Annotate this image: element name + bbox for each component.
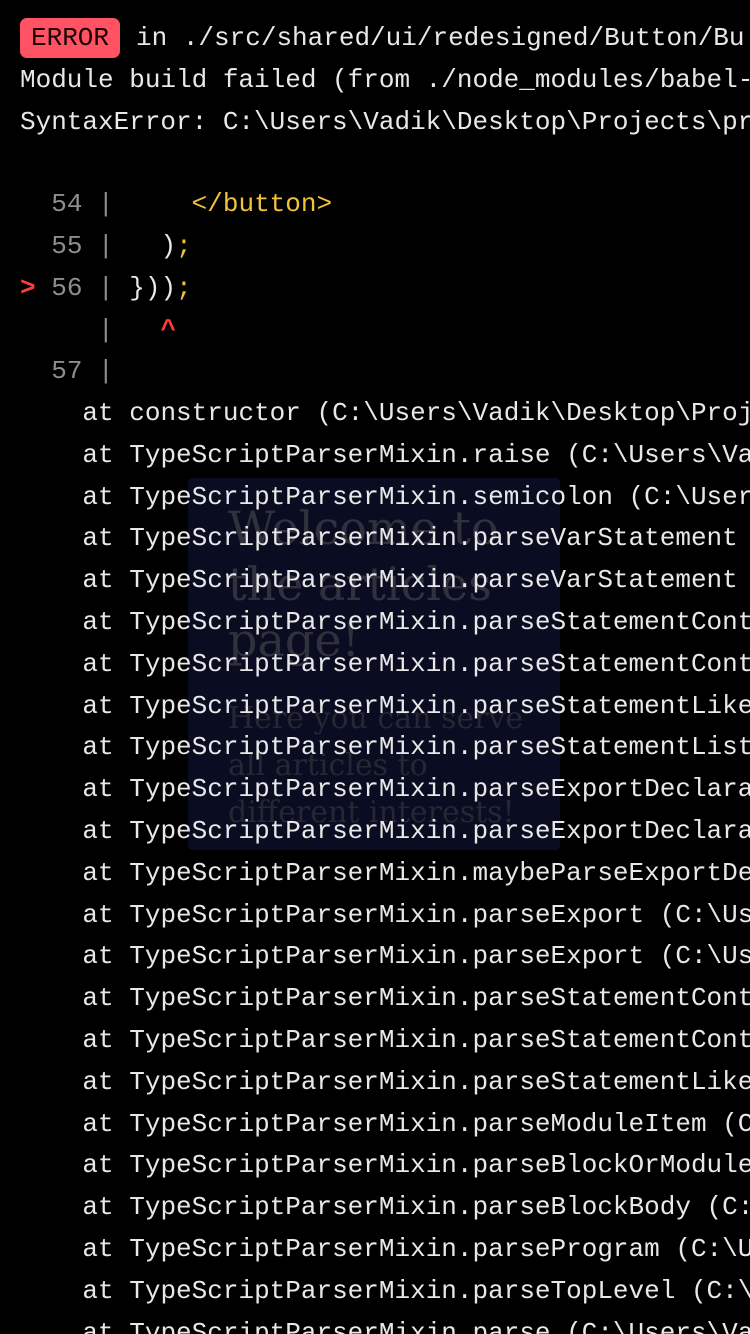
line-number: 56: [51, 273, 83, 303]
error-build-failed-line: Module build failed (from ./node_modules…: [20, 65, 750, 95]
code-text: })): [129, 273, 177, 303]
stack-frame-text: TypeScriptParserMixin.parseVarStatement: [129, 565, 738, 596]
stack-frame-prefix: at: [82, 439, 114, 470]
stack-frame-text: TypeScriptParserMixin.raise (C:\Users\Va: [129, 439, 750, 470]
gutter-pipe: |: [98, 189, 114, 219]
stack-frame: at TypeScriptParserMixin.parseVarStateme…: [20, 559, 738, 601]
stack-frame: at TypeScriptParserMixin.parseStatementC…: [20, 601, 750, 643]
stack-frame-prefix: at: [82, 1275, 114, 1306]
stack-frame-text: TypeScriptParserMixin.parseStatementLike: [129, 690, 750, 721]
stack-frame-prefix: at: [82, 1150, 114, 1181]
stack-frame: at TypeScriptParserMixin.parseBlockBody …: [20, 1186, 750, 1228]
stack-frame-text: TypeScriptParserMixin.semicolon (C:\User: [129, 481, 750, 512]
stack-frame-prefix: at: [82, 1066, 114, 1097]
stack-frame-text: TypeScriptParserMixin.maybeParseExportDe: [129, 857, 750, 888]
gutter-pipe: |: [98, 356, 114, 386]
stack-frame: at TypeScriptParserMixin.parseTopLevel (…: [20, 1270, 750, 1312]
stack-frame-text: TypeScriptParserMixin.parseModuleItem (C: [129, 1108, 750, 1139]
stack-frame: at TypeScriptParserMixin.parseBlockOrMod…: [20, 1144, 750, 1186]
stack-frame-prefix: at: [82, 1234, 114, 1264]
stack-frame: at constructor (C:\Users\Vadik\Desktop\P…: [20, 392, 750, 434]
stack-frame-text: TypeScriptParserMixin.parse (C:\Users\Va: [129, 1317, 750, 1334]
stack-frame-text: TypeScriptParserMixin.parseStatementList: [129, 732, 750, 763]
stack-frame-text: TypeScriptParserMixin.parseStatementCont: [129, 1025, 750, 1055]
code-frame-line-54: 54 | </button>: [20, 183, 332, 225]
error-header: ERROR in ./src/shared/ui/redesigned/Butto…: [20, 17, 745, 59]
code-semicolon: ;: [176, 231, 192, 261]
stack-frame: at TypeScriptParserMixin.parseStatementL…: [20, 1061, 750, 1103]
stack-frame-prefix: at: [82, 1317, 114, 1334]
stack-frame: at TypeScriptParserMixin.parseStatementL…: [20, 726, 750, 768]
stack-frame: at TypeScriptParserMixin.parseStatementC…: [20, 1019, 750, 1061]
gutter-pipe: |: [98, 231, 114, 261]
gutter-pipe: |: [98, 273, 114, 303]
stack-frame-prefix: at: [82, 899, 114, 930]
stack-frame: at TypeScriptParserMixin.parseProgram (C…: [20, 1228, 750, 1270]
stack-frame: at TypeScriptParserMixin.raise (C:\Users…: [20, 434, 750, 476]
stack-frame-prefix: at: [82, 857, 114, 888]
stack-frame-prefix: at: [82, 690, 114, 721]
stack-frame-text: TypeScriptParserMixin.parseStatementCont: [129, 607, 750, 637]
stack-frame-text: TypeScriptParserMixin.parseBlockBody (C:: [129, 1192, 750, 1223]
error-overlay: ERROR in ./src/shared/ui/redesigned/Butto…: [0, 0, 750, 1334]
stack-frame: at TypeScriptParserMixin.parseStatementC…: [20, 643, 750, 685]
stack-frame-prefix: at: [82, 481, 114, 512]
stack-frame-text: TypeScriptParserMixin.parseBlockOrModule: [129, 1150, 750, 1181]
gutter-pipe: |: [98, 315, 114, 345]
stack-frame: at TypeScriptParserMixin.semicolon (C:\U…: [20, 476, 750, 518]
line-number: 55: [51, 231, 83, 261]
stack-frame-prefix: at: [82, 565, 114, 596]
line-number: 54: [51, 189, 83, 219]
code-text: </button>: [191, 189, 333, 219]
stack-frame-prefix: at: [82, 398, 114, 428]
error-syntax-line: SyntaxError: C:\Users\Vadik\Desktop\Proj…: [20, 107, 750, 137]
stack-frame: at TypeScriptParserMixin.maybeParseExpor…: [20, 852, 750, 894]
stack-frame-text: TypeScriptParserMixin.parseExportDeclara: [129, 774, 750, 805]
stack-frame-text: constructor (C:\Users\Vadik\Desktop\Proj: [129, 398, 750, 428]
stack-frame-text: TypeScriptParserMixin.parseStatementCont: [129, 983, 750, 1014]
code-semicolon: ;: [176, 273, 192, 303]
stack-frame-prefix: at: [82, 648, 114, 679]
stack-frame-prefix: at: [82, 941, 114, 972]
screen: Welcome to the articles page! Here you c…: [0, 0, 750, 1334]
stack-frame-prefix: at: [82, 1108, 114, 1139]
stack-frame: at TypeScriptParserMixin.parseExportDecl…: [20, 768, 750, 810]
stack-frame-text: TypeScriptParserMixin.parseStatementLike: [129, 1066, 750, 1097]
stack-frame: at TypeScriptParserMixin.parseExportDecl…: [20, 810, 750, 852]
stack-frame: at TypeScriptParserMixin.parseExport (C:…: [20, 935, 750, 977]
code-frame-line-57: 57 |: [20, 350, 114, 392]
stack-frame-prefix: at: [82, 1192, 114, 1223]
code-frame-line-55: 55 | );: [20, 225, 192, 267]
stack-frame-prefix: at: [82, 816, 114, 846]
stack-frame-text: TypeScriptParserMixin.parseExportDeclara: [129, 816, 750, 846]
stack-frame: at TypeScriptParserMixin.parseStatementC…: [20, 977, 750, 1019]
stack-frame: at TypeScriptParserMixin.parseVarStateme…: [20, 517, 738, 559]
error-badge: ERROR: [20, 18, 121, 58]
stack-frame: at TypeScriptParserMixin.parseExport (C:…: [20, 894, 750, 936]
stack-frame: at TypeScriptParserMixin.parse (C:\Users…: [20, 1312, 750, 1334]
stack-frame: at TypeScriptParserMixin.parseStatementL…: [20, 685, 750, 727]
error-caret: ^: [160, 315, 177, 345]
error-message: in ./src/shared/ui/redesigned/Button/Bu: [136, 23, 745, 53]
stack-frame-prefix: at: [82, 983, 114, 1014]
stack-frame-prefix: at: [82, 732, 114, 763]
stack-frame-text: TypeScriptParserMixin.parseExport (C:\Us: [129, 899, 750, 930]
code-text: ): [160, 231, 177, 261]
code-frame-caret-line: | ^: [20, 309, 176, 351]
stack-frame-text: TypeScriptParserMixin.parseVarStatement: [129, 523, 738, 554]
stack-frame: at TypeScriptParserMixin.parseModuleItem…: [20, 1103, 750, 1145]
stack-frame-prefix: at: [82, 607, 114, 637]
stack-frame-text: TypeScriptParserMixin.parseProgram (C:\U: [129, 1234, 750, 1264]
stack-frame-prefix: at: [82, 1025, 114, 1055]
code-frame-line-56: > 56 | }));: [20, 267, 192, 309]
stack-frame-text: TypeScriptParserMixin.parseStatementCont: [129, 648, 750, 679]
error-line-marker: >: [20, 273, 36, 303]
stack-frame-text: TypeScriptParserMixin.parseTopLevel (C:\: [129, 1275, 750, 1306]
stack-frame-prefix: at: [82, 774, 114, 805]
stack-frame-text: TypeScriptParserMixin.parseExport (C:\Us: [129, 941, 750, 972]
stack-frame-prefix: at: [82, 523, 114, 554]
line-number: 57: [51, 356, 83, 386]
